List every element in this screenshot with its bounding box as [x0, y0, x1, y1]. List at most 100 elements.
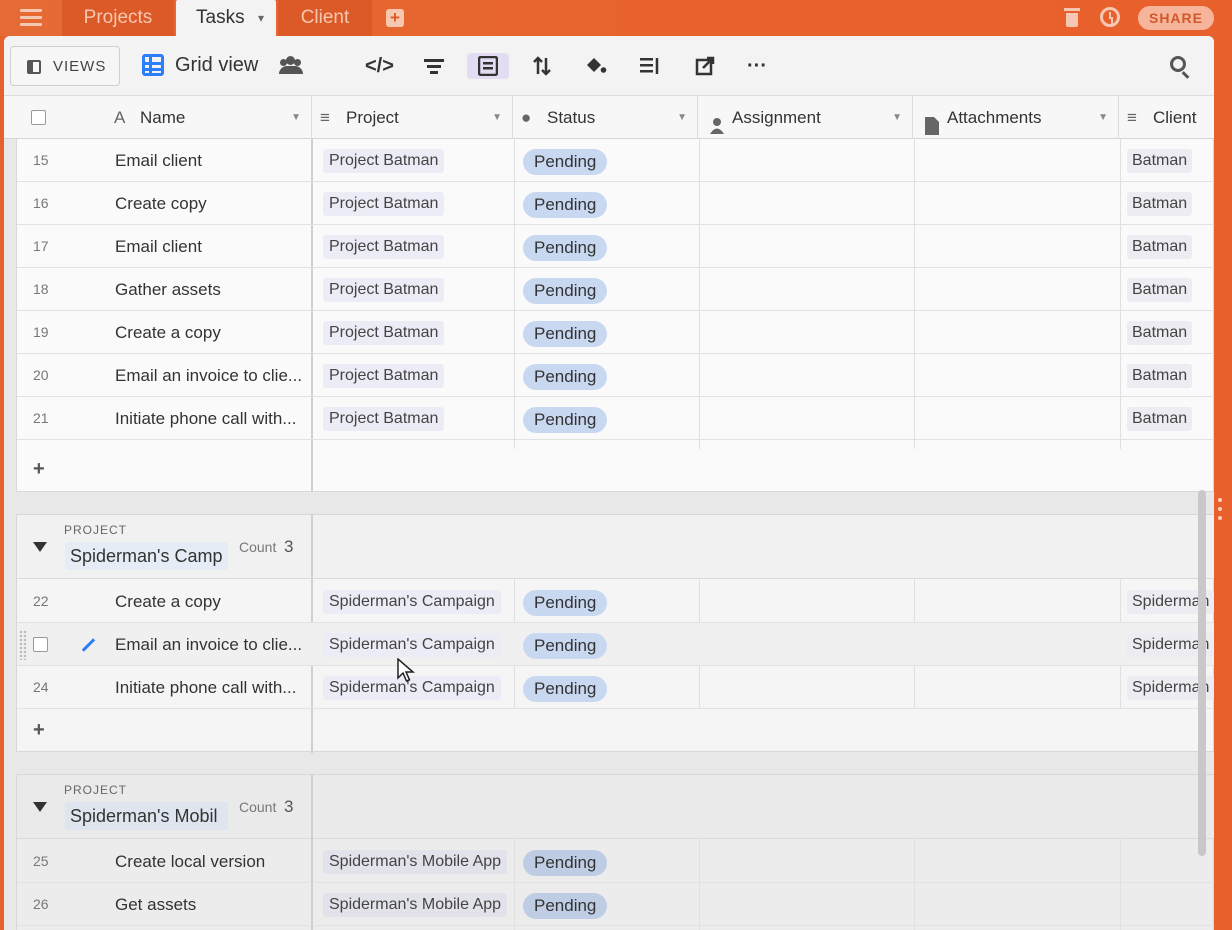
- filter-icon[interactable]: [422, 53, 446, 79]
- collaborators-icon[interactable]: [279, 56, 303, 74]
- status-badge[interactable]: Pending: [523, 676, 608, 702]
- row-checkbox[interactable]: [33, 637, 48, 652]
- vertical-scrollbar[interactable]: [1198, 490, 1206, 856]
- table-row[interactable]: 17 Email client Project Batman Pending B…: [17, 225, 1214, 268]
- status-badge[interactable]: Pending: [523, 893, 608, 919]
- chevron-down-icon[interactable]: ▼: [677, 96, 687, 139]
- column-header-project[interactable]: ≡ Project ▼: [312, 96, 513, 139]
- grid-view-icon[interactable]: [142, 54, 164, 76]
- status-badge[interactable]: Pending: [523, 633, 608, 659]
- cell-project[interactable]: Project Batman: [323, 364, 445, 388]
- table-row[interactable]: 18 Gather assets Project Batman Pending …: [17, 268, 1214, 311]
- status-badge[interactable]: Pending: [523, 364, 608, 390]
- table-row[interactable]: 25 Create local version Spiderman's Mobi…: [17, 840, 1214, 883]
- cell-name[interactable]: Create a copy: [115, 311, 311, 354]
- chevron-down-icon[interactable]: ▼: [291, 96, 301, 139]
- tab-tasks[interactable]: Tasks ▾: [176, 0, 276, 36]
- select-all-checkbox[interactable]: [31, 110, 46, 125]
- tab-projects[interactable]: Projects: [62, 0, 174, 36]
- trash-icon[interactable]: [1064, 8, 1080, 28]
- status-badge[interactable]: Pending: [523, 590, 608, 616]
- cell-project[interactable]: Project Batman: [323, 321, 445, 345]
- table-row[interactable]: 20 Email an invoice to clie... Project B…: [17, 354, 1214, 397]
- more-icon[interactable]: ···: [744, 53, 770, 79]
- share-view-icon[interactable]: [693, 53, 717, 79]
- cell-client[interactable]: Batman: [1127, 235, 1193, 259]
- column-header-status[interactable]: ● Status ▼: [513, 96, 698, 139]
- table-row[interactable]: 22 Create a copy Spiderman's Campaign Pe…: [17, 580, 1214, 623]
- code-icon[interactable]: </>: [365, 53, 394, 79]
- add-record-icon[interactable]: +: [33, 719, 45, 742]
- chevron-down-icon[interactable]: ▼: [492, 96, 502, 139]
- cell-client[interactable]: Batman: [1127, 192, 1193, 216]
- table-row[interactable]: 26 Get assets Spiderman's Mobile App Pen…: [17, 883, 1214, 926]
- share-button[interactable]: SHARE: [1138, 6, 1214, 30]
- column-header-name[interactable]: A Name ▼: [102, 96, 312, 139]
- color-icon[interactable]: [584, 53, 608, 79]
- cell-name[interactable]: Initiate phone call with...: [115, 666, 311, 709]
- column-header-assignment[interactable]: Assignment ▼: [698, 96, 913, 139]
- cell-name[interactable]: Email client: [115, 225, 311, 268]
- tab-client[interactable]: Client: [278, 0, 372, 36]
- column-header-client[interactable]: ≡ Client: [1119, 96, 1214, 139]
- status-badge[interactable]: Pending: [523, 407, 608, 433]
- group-icon[interactable]: [467, 53, 509, 79]
- cell-name[interactable]: Email an invoice to clie...: [115, 623, 311, 666]
- table-row[interactable]: 21 Initiate phone call with... Project B…: [17, 397, 1214, 440]
- table-row[interactable]: 24 Initiate phone call with... Spiderman…: [17, 666, 1214, 709]
- table-row[interactable]: 19 Create a copy Project Batman Pending …: [17, 311, 1214, 354]
- table-row-hovered[interactable]: Email an invoice to clie... Spiderman's …: [17, 623, 1214, 666]
- cell-project[interactable]: Project Batman: [323, 278, 445, 302]
- table-row[interactable]: 16 Create copy Project Batman Pending Ba…: [17, 182, 1214, 225]
- panel-resize-handle-icon[interactable]: [1218, 498, 1224, 528]
- cell-client[interactable]: Batman: [1127, 321, 1193, 345]
- add-record-icon[interactable]: +: [33, 458, 45, 481]
- cell-client[interactable]: Batman: [1127, 149, 1193, 173]
- chevron-down-icon[interactable]: ▼: [892, 96, 902, 139]
- cell-name[interactable]: Create local version: [115, 840, 311, 883]
- chevron-down-icon[interactable]: ▼: [1098, 96, 1108, 139]
- status-badge[interactable]: Pending: [523, 235, 608, 261]
- cell-project[interactable]: Spiderman's Mobile App: [323, 850, 508, 874]
- status-badge[interactable]: Pending: [523, 149, 608, 175]
- cell-name[interactable]: Initiate phone call with...: [115, 397, 311, 440]
- status-badge[interactable]: Pending: [523, 321, 608, 347]
- status-badge[interactable]: Pending: [523, 850, 608, 876]
- views-button[interactable]: VIEWS: [10, 46, 120, 86]
- cell-client[interactable]: Batman: [1127, 364, 1193, 388]
- cell-project[interactable]: Project Batman: [323, 235, 445, 259]
- cell-client[interactable]: Batman: [1127, 407, 1193, 431]
- cell-name[interactable]: Create a copy: [115, 580, 311, 623]
- row-height-icon[interactable]: [638, 53, 662, 79]
- cell-name[interactable]: Create copy: [115, 182, 311, 225]
- cell-name[interactable]: Gather assets: [115, 268, 311, 311]
- records-grid: A Name ▼ ≡ Project ▼ ● Status ▼ Assignme…: [4, 96, 1214, 930]
- add-record-row[interactable]: +: [17, 710, 1214, 752]
- cell-project[interactable]: Spiderman's Mobile App: [323, 893, 508, 917]
- status-badge[interactable]: Pending: [523, 278, 608, 304]
- column-header-attachments[interactable]: Attachments ▼: [913, 96, 1119, 139]
- cell-project[interactable]: Spiderman's Campaign: [323, 590, 501, 614]
- sort-icon[interactable]: [530, 53, 554, 79]
- cell-project[interactable]: Project Batman: [323, 192, 445, 216]
- cell-project[interactable]: Project Batman: [323, 407, 445, 431]
- view-name[interactable]: Grid view: [175, 54, 258, 77]
- chevron-down-icon[interactable]: ▾: [258, 0, 264, 36]
- expand-record-icon[interactable]: [81, 638, 95, 652]
- hamburger-icon[interactable]: [20, 9, 42, 27]
- cell-name[interactable]: Email client: [115, 139, 311, 182]
- search-icon[interactable]: [1170, 56, 1186, 72]
- collapse-group-icon[interactable]: [33, 802, 47, 812]
- add-tab-icon[interactable]: +: [386, 9, 404, 27]
- history-icon[interactable]: [1100, 7, 1120, 27]
- status-badge[interactable]: Pending: [523, 192, 608, 218]
- cell-client[interactable]: Batman: [1127, 278, 1193, 302]
- add-record-row[interactable]: +: [17, 449, 1214, 491]
- cell-project[interactable]: Project Batman: [323, 149, 445, 173]
- collapse-group-icon[interactable]: [33, 542, 47, 552]
- table-row[interactable]: 15 Email client Project Batman Pending B…: [17, 139, 1214, 182]
- cell-project[interactable]: Spiderman's Campaign: [323, 633, 501, 657]
- cell-name[interactable]: Email an invoice to clie...: [115, 354, 311, 397]
- drag-handle-icon[interactable]: [19, 630, 27, 660]
- cell-name[interactable]: Get assets: [115, 883, 311, 926]
